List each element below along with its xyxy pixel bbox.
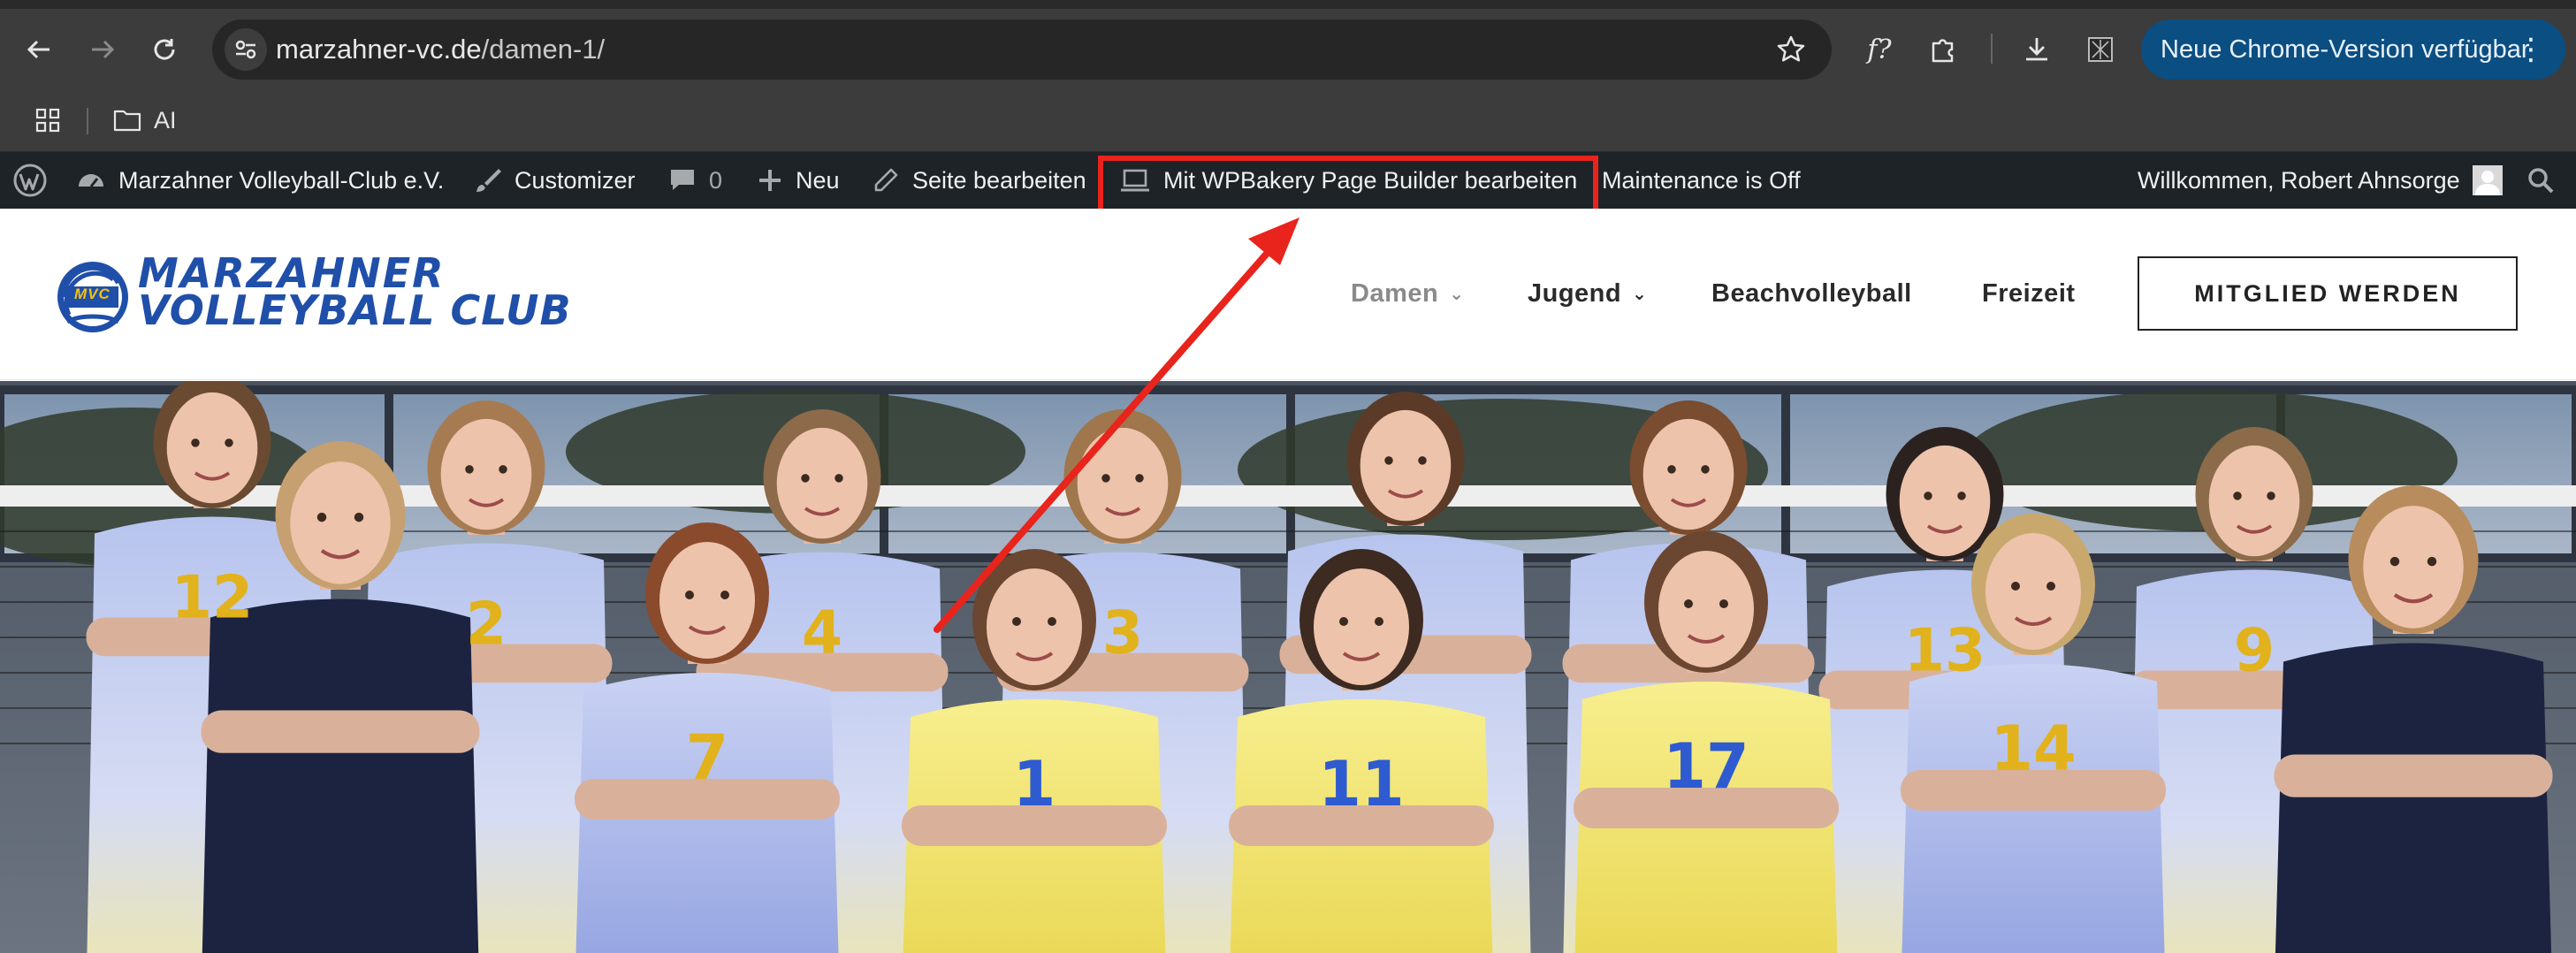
site-logo[interactable]: MVC MARZAHNER VOLLEYBALL CLUB: [53, 251, 636, 339]
browser-toolbar: marzahner-vc.de/damen-1/ f? Neue Chrome-…: [0, 0, 2576, 92]
chrome-update-button[interactable]: Neue Chrome-Version verfügbar ⋮: [2141, 19, 2565, 80]
admin-site-name[interactable]: Marzahner Volleyball-Club e.V.: [76, 152, 444, 209]
jersey-number: 4: [802, 598, 842, 667]
jersey-number: 11: [1318, 748, 1404, 820]
bookmark-folder-ai[interactable]: AI: [113, 101, 177, 140]
bookmarks-bar: AI: [0, 92, 2576, 152]
avatar: [2472, 165, 2503, 195]
puzzle-icon: [1932, 39, 1954, 63]
admin-search-button[interactable]: [2526, 152, 2555, 209]
tab-strip: [0, 0, 2576, 9]
pencil-icon: [874, 168, 898, 192]
admin-maintenance-label: Maintenance is Off: [1602, 166, 1801, 194]
reload-icon: [154, 39, 175, 60]
jersey-number: 7: [686, 721, 729, 794]
nav-damen[interactable]: Damen ⌄: [1351, 279, 1464, 309]
admin-new-label: Neu: [796, 166, 840, 194]
admin-comments[interactable]: 0: [668, 152, 722, 209]
wp-logo-menu[interactable]: [12, 152, 48, 209]
jersey-number: 2: [466, 590, 507, 659]
jersey-number: 17: [1663, 730, 1749, 803]
dashboard-gauge-icon: [79, 174, 103, 187]
url-text: marzahner-vc.de/damen-1/: [276, 34, 605, 65]
address-bar[interactable]: marzahner-vc.de/damen-1/: [212, 19, 1832, 80]
forward-button[interactable]: [80, 27, 126, 72]
site-info-button[interactable]: [225, 28, 267, 71]
admin-edit-page-label: Seite bearbeiten: [912, 166, 1086, 194]
jersey-number: 1: [1013, 748, 1056, 820]
site-info-icon: [235, 40, 256, 59]
folder-icon: [113, 110, 141, 132]
jersey-number: 14: [1990, 713, 2076, 785]
admin-customizer[interactable]: Customizer: [472, 152, 636, 209]
chevron-down-icon: ⌄: [1449, 285, 1465, 304]
bookmarks-divider: [87, 108, 88, 134]
jersey-number: 12: [171, 563, 254, 632]
url-host: marzahner-vc.de: [276, 34, 482, 65]
more-icon: ⋮: [2516, 33, 2546, 66]
admin-edit-page[interactable]: Seite bearbeiten: [872, 152, 1086, 209]
star-icon: [1777, 35, 1805, 62]
admin-comments-count: 0: [709, 166, 723, 194]
plus-icon: [759, 170, 781, 191]
nav-damen-label: Damen: [1351, 279, 1439, 308]
team-photo-illustration: 12 2 4 3 13 97 1 11 17 14: [0, 381, 2576, 953]
cta-label: MITGLIED WERDEN: [2194, 279, 2461, 307]
site-header: MVC MARZAHNER VOLLEYBALL CLUB Damen ⌄ Ju…: [0, 209, 2576, 380]
nav-beachvolleyball-label: Beachvolleyball: [1711, 279, 1912, 308]
logo-line-2: VOLLEYBALL CLUB: [138, 286, 572, 334]
toolbar-divider: [1991, 34, 1993, 64]
extension-icon: [2088, 37, 2113, 62]
user-silhouette-icon: [2474, 171, 2500, 195]
back-arrow-icon: [27, 40, 50, 59]
nav-jugend-label: Jugend: [1528, 279, 1622, 308]
chevron-down-icon: ⌄: [1632, 285, 1648, 304]
logo-badge-text: MVC: [74, 286, 111, 302]
update-label: Neue Chrome-Version verfügbar: [2161, 34, 2530, 64]
back-button[interactable]: [16, 27, 62, 72]
admin-site-name-label: Marzahner Volleyball-Club e.V.: [118, 166, 445, 194]
bookmark-star-button[interactable]: [1770, 28, 1812, 71]
forward-arrow-icon: [92, 40, 115, 59]
search-icon: [2528, 168, 2554, 194]
formula-extension-icon: f?: [1867, 34, 1892, 65]
admin-maintenance[interactable]: Maintenance is Off: [1602, 152, 1801, 209]
mitglied-werden-button[interactable]: MITGLIED WERDEN: [2138, 256, 2518, 331]
apps-button[interactable]: [28, 101, 67, 140]
admin-welcome-label: Willkommen, Robert Ahnsorge: [2138, 166, 2460, 194]
jersey-number: 9: [2234, 616, 2275, 685]
admin-new[interactable]: Neu: [757, 152, 840, 209]
nav-freizeit-label: Freizeit: [1982, 279, 2076, 308]
bookmark-folder-label: AI: [154, 106, 177, 133]
download-icon: [2026, 38, 2047, 61]
extension-button[interactable]: [2077, 27, 2123, 72]
nav-jugend[interactable]: Jugend ⌄: [1528, 279, 1647, 309]
jersey-number: 3: [1102, 598, 1143, 667]
nav-freizeit[interactable]: Freizeit: [1982, 279, 2076, 309]
nav-beachvolleyball[interactable]: Beachvolleyball: [1711, 279, 1912, 309]
downloads-button[interactable]: [2014, 27, 2060, 72]
formula-extension-button[interactable]: f?: [1856, 27, 1902, 72]
team-photo: 12 2 4 3 13 9 7 1 11 17 14: [0, 381, 2576, 953]
wordpress-logo-icon: [13, 164, 47, 197]
comment-bubble-icon: [671, 170, 694, 190]
paintbrush-icon: [476, 169, 501, 192]
extensions-button[interactable]: [1920, 27, 1966, 72]
admin-customizer-label: Customizer: [514, 166, 636, 194]
reload-button[interactable]: [141, 27, 187, 72]
apps-grid-icon: [35, 108, 60, 133]
admin-account[interactable]: Willkommen, Robert Ahnsorge: [2138, 152, 2503, 209]
url-path: /damen-1/: [481, 34, 606, 65]
jersey-number: 13: [1904, 616, 1986, 685]
